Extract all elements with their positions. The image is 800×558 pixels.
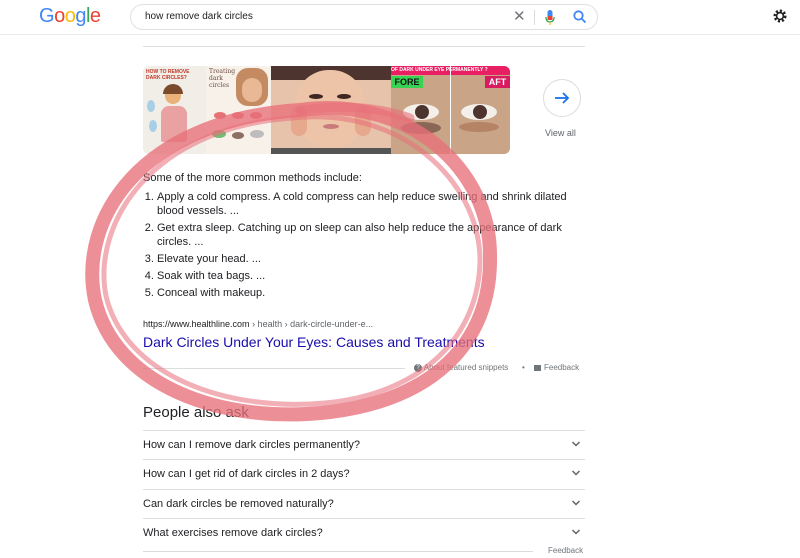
paa-question[interactable]: Can dark circles be removed naturally? — [143, 489, 585, 519]
close-icon[interactable]: ✕ — [513, 8, 526, 26]
chevron-down-icon — [571, 500, 581, 506]
paa-question[interactable]: How can I remove dark circles permanentl… — [143, 430, 585, 460]
image-thumbnail[interactable]: Treating dark circles — [206, 66, 271, 154]
paa-question-text: Can dark circles be removed naturally? — [143, 498, 334, 510]
people-also-ask-heading: People also ask — [143, 404, 249, 421]
list-item: Conceal with makeup. — [157, 286, 577, 300]
paa-question-text: How can I remove dark circles permanentl… — [143, 439, 361, 451]
list-item: Apply a cold compress. A cold compress c… — [157, 190, 577, 218]
paa-question[interactable]: How can I get rid of dark circles in 2 d… — [143, 459, 585, 489]
paa-question-text: What exercises remove dark circles? — [143, 527, 323, 539]
feedback-link[interactable]: Feedback — [534, 363, 579, 372]
help-icon: ? — [414, 363, 422, 372]
source-path: › health › dark-circle-under-e... — [249, 319, 374, 329]
source-url[interactable]: https://www.healthline.com › health › da… — [143, 319, 373, 329]
paa-question[interactable]: What exercises remove dark circles? — [143, 518, 585, 548]
top-bar: Google how remove dark circles ✕ — [0, 0, 800, 35]
paa-divider — [143, 551, 533, 552]
section-divider — [143, 46, 585, 47]
image-carousel[interactable]: HOW TO REMOVE DARK CIRCLES? Treating dar… — [143, 66, 510, 154]
snippet-intro: Some of the more common methods include: — [143, 172, 362, 184]
chevron-down-icon — [571, 441, 581, 447]
search-divider — [534, 10, 535, 25]
list-item: Soak with tea bags. ... — [157, 269, 577, 283]
search-input[interactable]: how remove dark circles — [145, 11, 253, 22]
source-domain: https://www.healthline.com — [143, 319, 250, 329]
arrow-right-icon — [555, 92, 570, 104]
chevron-down-icon — [571, 470, 581, 476]
microphone-icon[interactable] — [544, 9, 556, 27]
paa-feedback-link[interactable]: Feedback — [548, 546, 583, 555]
snippet-list: Apply a cold compress. A cold compress c… — [143, 190, 577, 303]
search-box[interactable]: how remove dark circles ✕ — [130, 4, 598, 30]
about-featured-snippets-link[interactable]: ? About featured snippets — [414, 363, 508, 372]
gear-icon[interactable] — [772, 8, 788, 24]
snippet-divider — [143, 368, 405, 369]
image-thumbnail[interactable]: HOW TO REMOVE DARK CIRCLES? — [143, 66, 206, 154]
list-item: Get extra sleep. Catching up on sleep ca… — [157, 221, 577, 249]
paa-question-text: How can I get rid of dark circles in 2 d… — [143, 468, 350, 480]
chevron-down-icon — [571, 529, 581, 535]
image-thumbnail[interactable]: OF DARK UNDER EYE PERMANENTLY ? FORE AFT — [391, 66, 510, 154]
image-thumbnail[interactable] — [271, 66, 391, 154]
result-title-link[interactable]: Dark Circles Under Your Eyes: Causes and… — [143, 334, 485, 350]
google-logo[interactable]: Google — [39, 5, 101, 28]
view-all-button[interactable] — [543, 79, 581, 117]
search-icon[interactable] — [572, 9, 588, 25]
list-item: Elevate your head. ... — [157, 252, 577, 266]
feedback-icon — [534, 364, 541, 371]
view-all-label[interactable]: View all — [545, 128, 576, 138]
separator-dot: • — [522, 363, 525, 372]
